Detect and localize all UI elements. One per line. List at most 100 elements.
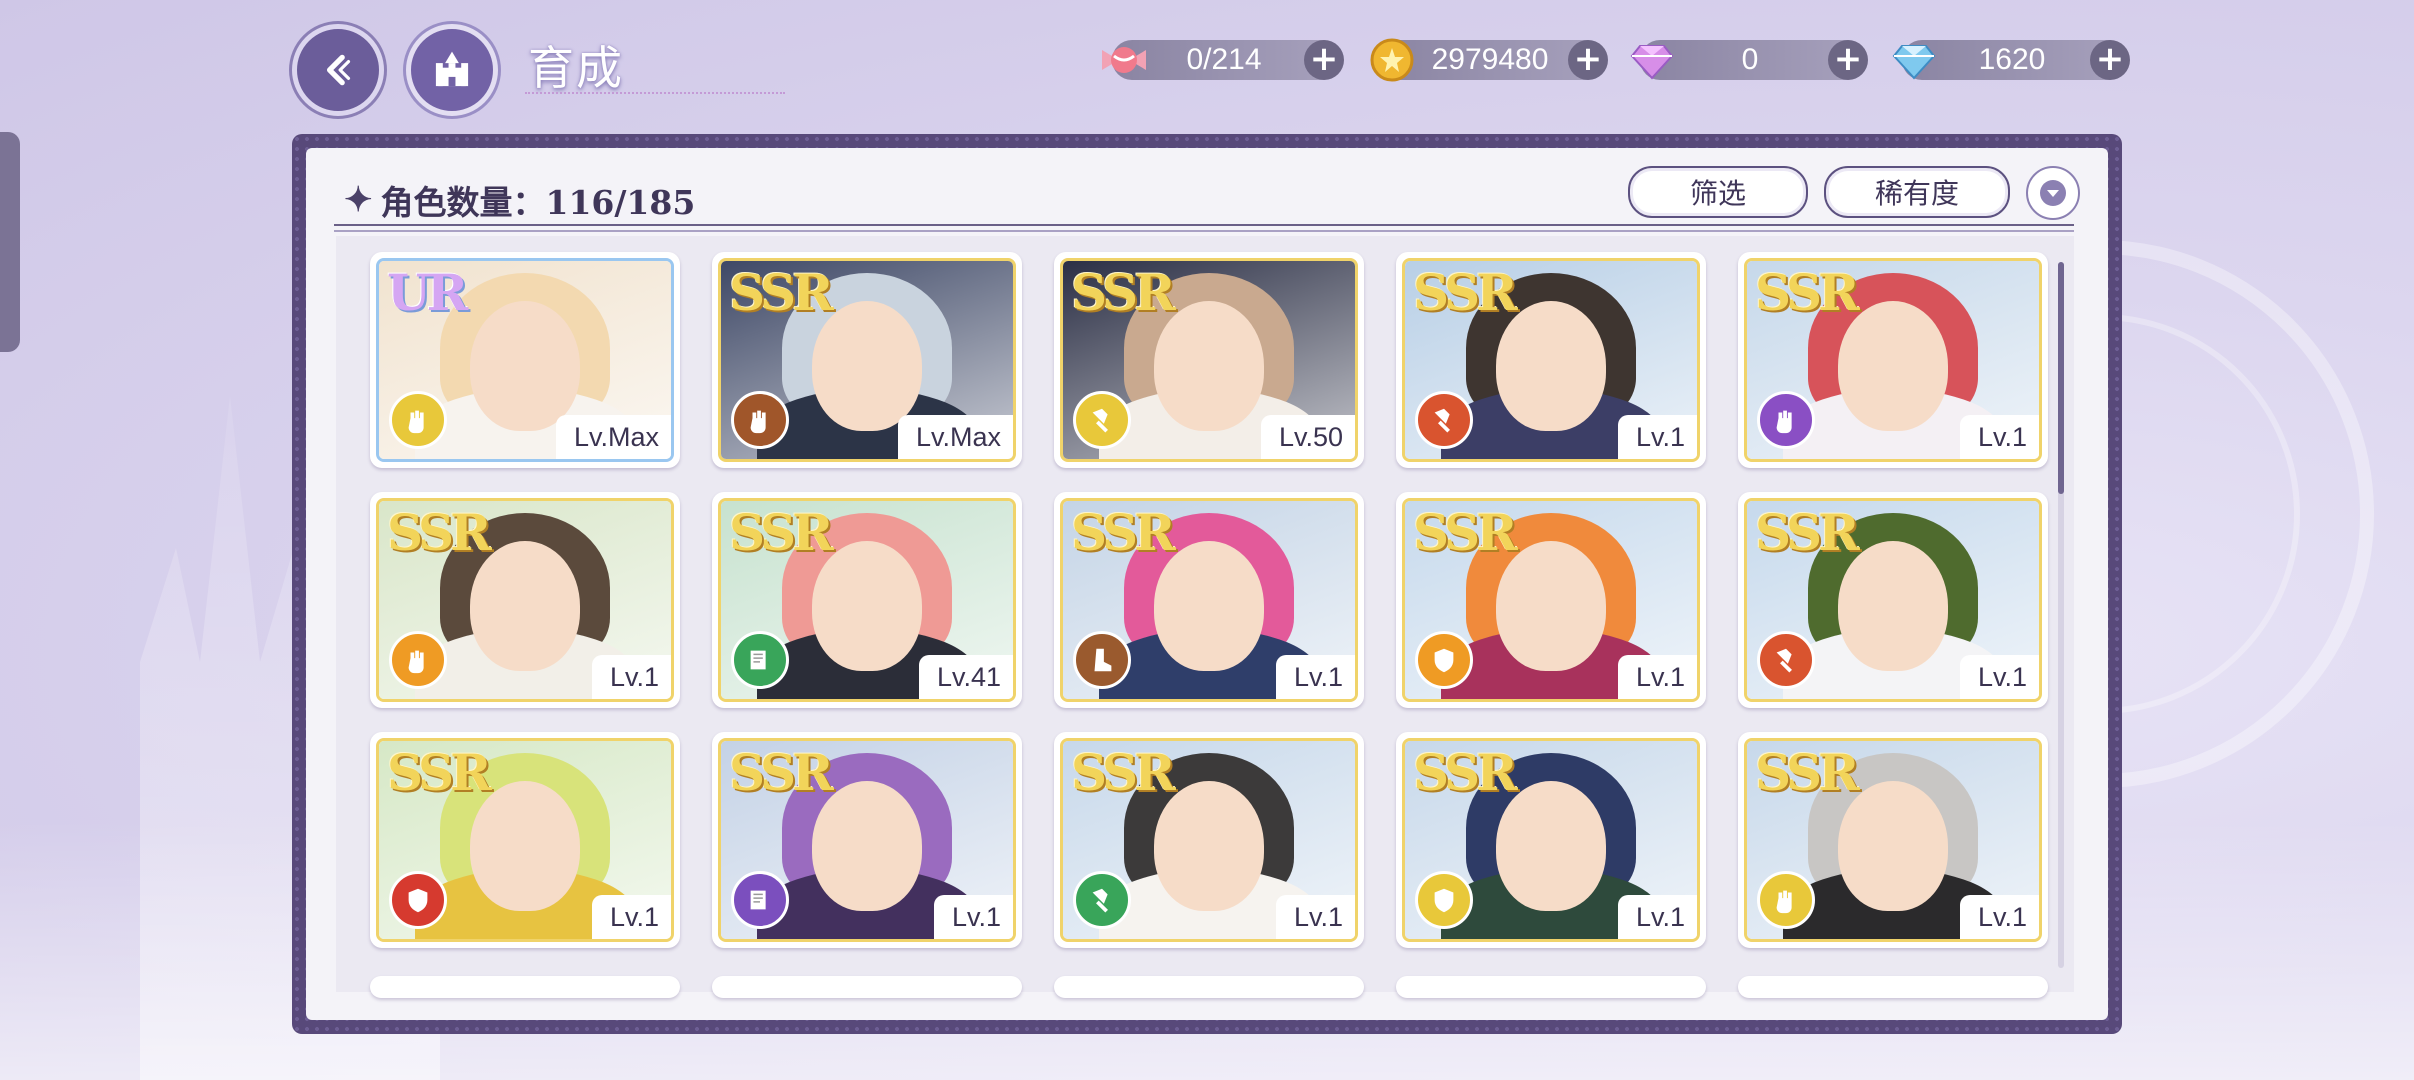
rarity-badge: SSR [1071, 503, 1176, 562]
character-card[interactable]: SSR Lv.1 [1396, 732, 1706, 948]
rarity-badge: SSR [729, 263, 834, 322]
character-card[interactable]: SSR Lv.1 [1396, 492, 1706, 708]
card-frame: SSR Lv.1 [376, 498, 674, 702]
rarity-sort-button[interactable]: 稀有度 [1824, 166, 2010, 218]
character-card[interactable]: SSR Lv.1 [1738, 732, 2048, 948]
sort-order-button[interactable] [2026, 166, 2080, 220]
card-frame: SSR Lv.50 [1060, 258, 1358, 462]
level-label: Lv.1 [1275, 895, 1355, 939]
rarity-badge: SSR [729, 503, 834, 562]
card-frame: SSR Lv.1 [1402, 498, 1700, 702]
card-frame: SSR Lv.1 [1744, 738, 2042, 942]
level-label: Lv.1 [591, 895, 671, 939]
gold-currency: 2979480 + [1370, 38, 1608, 82]
character-card[interactable]: SSR Lv.1 [1054, 492, 1364, 708]
card-frame: SSR Lv.41 [718, 498, 1016, 702]
character-card[interactable]: SSR Lv.1 [1054, 732, 1364, 948]
filter-button[interactable]: 筛选 [1628, 166, 1808, 218]
rarity-badge: SSR [1755, 743, 1860, 802]
rarity-badge: SSR [1071, 263, 1176, 322]
title-decoration [525, 74, 785, 94]
character-card[interactable]: SSR Lv.1 [712, 732, 1022, 948]
level-label: Lv.1 [933, 895, 1013, 939]
castle-icon [435, 51, 469, 87]
character-card-partial[interactable] [1738, 976, 2048, 998]
character-card-partial[interactable] [370, 976, 680, 998]
home-button[interactable] [406, 24, 498, 116]
fist-icon [731, 391, 789, 449]
scrollbar-thumb[interactable] [2058, 262, 2064, 494]
level-label: Lv.Max [897, 415, 1013, 459]
pink-diamond-add-button[interactable]: + [1828, 40, 1868, 80]
card-frame: SSR Lv.1 [1744, 498, 2042, 702]
header-divider [334, 224, 2074, 232]
character-card[interactable]: SSR Lv.50 [1054, 252, 1364, 468]
rarity-badge: UR [387, 263, 468, 322]
boot-icon [1073, 631, 1131, 689]
level-label: Lv.1 [1275, 655, 1355, 699]
level-label: Lv.41 [918, 655, 1013, 699]
level-label: Lv.50 [1260, 415, 1355, 459]
character-card[interactable]: UR Lv.Max [370, 252, 680, 468]
level-label: Lv.1 [1617, 895, 1697, 939]
book-icon [731, 871, 789, 929]
character-card[interactable]: SSR Lv.41 [712, 492, 1022, 708]
candy-icon [1098, 34, 1150, 86]
back-button[interactable] [292, 24, 384, 116]
level-label: Lv.1 [1617, 415, 1697, 459]
fist-icon [389, 391, 447, 449]
fist-icon [1757, 871, 1815, 929]
level-label: Lv.1 [1959, 415, 2039, 459]
shield-icon [1415, 631, 1473, 689]
rarity-badge: SSR [729, 743, 834, 802]
side-drawer-handle[interactable] [0, 132, 20, 352]
character-count-label: 角色数量：116/185 [380, 183, 696, 222]
rarity-badge: SSR [1413, 503, 1518, 562]
chevron-down-icon [2040, 180, 2066, 206]
character-card-partial[interactable] [1396, 976, 1706, 998]
hammer-icon [1073, 871, 1131, 929]
hammer-icon [1415, 391, 1473, 449]
card-frame: SSR Lv.1 [1402, 258, 1700, 462]
level-label: Lv.1 [1959, 895, 2039, 939]
hammer-icon [1073, 391, 1131, 449]
character-card[interactable]: SSR Lv.1 [1738, 492, 2048, 708]
card-frame: SSR Lv.1 [1402, 738, 1700, 942]
card-frame: SSR Lv.1 [1060, 498, 1358, 702]
level-label: Lv.1 [1959, 655, 2039, 699]
book-icon [731, 631, 789, 689]
blue-diamond-currency: 1620 + [1892, 40, 2130, 80]
shield-icon [1415, 871, 1473, 929]
level-label: Lv.1 [591, 655, 671, 699]
gold-coin-icon [1366, 34, 1418, 86]
candy-add-button[interactable]: + [1304, 40, 1344, 80]
filter-label: 筛选 [1689, 177, 1746, 210]
hammer-icon [1757, 631, 1815, 689]
shield-icon [389, 871, 447, 929]
character-card[interactable]: SSR Lv.1 [370, 492, 680, 708]
gold-add-button[interactable]: + [1568, 40, 1608, 80]
character-card-partial[interactable] [1054, 976, 1364, 998]
character-card[interactable]: SSR Lv.Max [712, 252, 1022, 468]
character-card[interactable]: SSR Lv.1 [1396, 252, 1706, 468]
sparkle-icon: ✦ [344, 180, 373, 220]
character-card[interactable]: SSR Lv.1 [370, 732, 680, 948]
rarity-badge: SSR [1755, 263, 1860, 322]
blue-diamond-add-button[interactable]: + [2090, 40, 2130, 80]
pink-diamond-currency: 0 + [1630, 40, 1868, 80]
rarity-badge: SSR [387, 503, 492, 562]
character-card[interactable]: SSR Lv.1 [1738, 252, 2048, 468]
back-arrow-icon [326, 54, 351, 86]
fist-icon [389, 631, 447, 689]
pink-diamond-icon [1626, 34, 1678, 86]
rarity-label: 稀有度 [1874, 177, 1959, 210]
blue-diamond-icon [1888, 34, 1940, 86]
level-label: Lv.Max [555, 415, 671, 459]
level-label: Lv.1 [1617, 655, 1697, 699]
rarity-badge: SSR [1755, 503, 1860, 562]
fist-icon [1757, 391, 1815, 449]
card-frame: SSR Lv.1 [718, 738, 1016, 942]
candy-currency: 0/214 + [1102, 40, 1344, 80]
character-card-partial[interactable] [712, 976, 1022, 998]
character-count: ✦ 角色数量：116/185 [344, 176, 695, 224]
